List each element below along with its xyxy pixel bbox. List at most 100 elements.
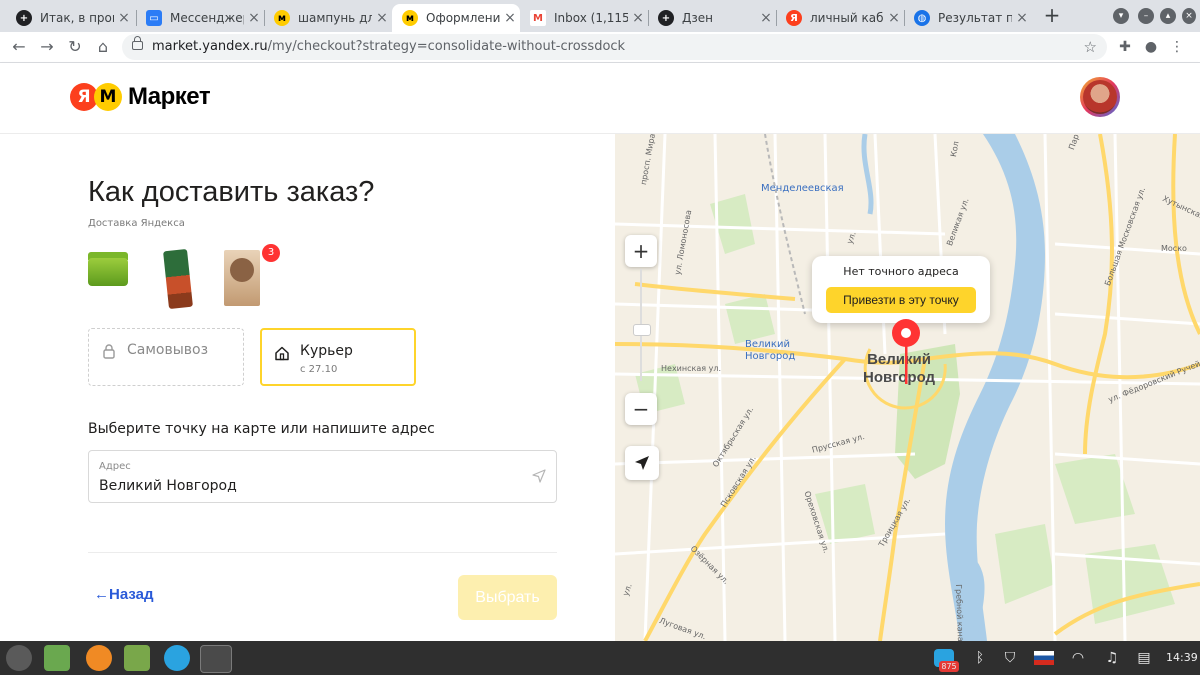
close-tab-icon[interactable]: × <box>884 10 904 26</box>
address-field-label: Адрес <box>99 461 131 472</box>
delivery-subtitle: Доставка Яндекса <box>88 218 185 229</box>
my-location-button[interactable] <box>625 446 659 480</box>
tab-title: Оформление <box>426 11 500 25</box>
home-icon[interactable]: ⌂ <box>92 36 114 58</box>
files-icon[interactable] <box>124 645 150 671</box>
close-tab-icon[interactable]: × <box>372 10 392 26</box>
new-tab-button[interactable]: + <box>1040 4 1064 28</box>
wifi-icon[interactable]: ◠ <box>1068 649 1088 667</box>
map-pin-icon[interactable] <box>891 318 921 388</box>
site-header: Я М Маркет <box>0 63 1200 134</box>
bluetooth-icon[interactable]: ᛒ <box>970 649 990 667</box>
menu-dots-icon[interactable]: ⋮ <box>1166 36 1188 58</box>
browser-tab[interactable]: M Inbox (1,115) × <box>520 4 648 32</box>
pickup-option[interactable]: Самовывоз <box>88 328 244 386</box>
courier-option[interactable]: Курьер с 27.10 <box>260 328 416 386</box>
yandex-market-logo[interactable]: Я М Маркет <box>70 83 211 111</box>
location-arrow-icon <box>635 456 649 470</box>
tab-title: Результат пл <box>938 11 1012 25</box>
os-taskbar: 875 ᛒ ⛉ ◠ ♫ ▤ 14:39 <box>0 641 1200 675</box>
firefox-icon[interactable] <box>86 645 112 671</box>
logo-wordmark: Маркет <box>128 83 211 110</box>
quantity-badge: 3 <box>262 244 280 262</box>
street-label: Моско <box>1161 244 1187 253</box>
delivery-map[interactable]: просп. Мира ул. Ломоносова Нехинская ул.… <box>615 134 1200 641</box>
gmail-icon: M <box>530 10 546 26</box>
browser-tab[interactable]: + Итак, в прош × <box>6 4 134 32</box>
page-title: Как доставить заказ? <box>88 176 375 208</box>
logo-m-mark: М <box>94 83 122 111</box>
street-label: Нехинская ул. <box>661 364 721 373</box>
tab-title: личный кабі <box>810 11 884 25</box>
close-tab-icon[interactable]: × <box>114 10 134 26</box>
avatar[interactable] <box>1080 77 1120 117</box>
address-field-value: Великий Новгород <box>99 478 237 494</box>
telegram-icon[interactable] <box>164 645 190 671</box>
divider <box>88 552 557 553</box>
show-desktop-icon[interactable] <box>44 645 70 671</box>
select-button[interactable]: Выбрать <box>458 575 557 620</box>
url-text: market.yandex.ru/my/checkout?strategy=co… <box>152 39 626 54</box>
tab-title: Inbox (1,115) <box>554 11 628 25</box>
product-thumbnail-hair-dye-box[interactable] <box>224 250 264 308</box>
browser-tab[interactable]: ◍ Результат пл × <box>904 4 1032 32</box>
checkout-panel: Как доставить заказ? Доставка Яндекса 3 … <box>0 134 615 641</box>
reload-icon[interactable]: ↻ <box>64 36 86 58</box>
back-link[interactable]: ←Назад <box>94 586 153 603</box>
yandex-icon: Я <box>786 10 802 26</box>
browser-toolbar: ← → ↻ ⌂ market.yandex.ru/my/checkout?str… <box>0 32 1200 63</box>
sound-icon[interactable]: ♫ <box>1102 649 1122 667</box>
messenger-icon: ▭ <box>146 10 162 26</box>
system-menu-icon[interactable] <box>6 645 32 671</box>
geolocation-arrow-icon[interactable] <box>532 469 546 483</box>
product-thumbnail-mask-jar[interactable] <box>88 250 128 308</box>
keyboard-layout-flag-icon[interactable] <box>1034 649 1054 667</box>
clipboard-icon[interactable]: ▤ <box>1134 649 1154 667</box>
zoom-slider-handle[interactable] <box>633 324 651 336</box>
courier-date: с 27.10 <box>300 364 338 375</box>
zoom-in-button[interactable]: + <box>625 235 657 267</box>
close-tab-icon[interactable]: × <box>628 10 648 26</box>
yandex-market-icon: м <box>274 10 290 26</box>
pickup-label: Самовывоз <box>127 342 209 358</box>
product-thumbnail-shampoo-bottle[interactable] <box>162 248 202 310</box>
close-tab-icon[interactable]: × <box>756 10 776 26</box>
lock-icon <box>132 36 143 50</box>
tab-title: шампунь для <box>298 11 372 25</box>
bookmark-star-icon[interactable]: ☆ <box>1084 34 1097 60</box>
metro-station-label: Менделеевская <box>761 183 844 194</box>
browser-tab-active[interactable]: м Оформление × <box>392 4 520 32</box>
back-arrow-icon[interactable]: ← <box>8 36 30 58</box>
clock: 14:39 <box>1166 651 1198 664</box>
close-window-icon[interactable]: × <box>1182 8 1196 24</box>
globe-icon: ◍ <box>914 10 930 26</box>
profile-icon[interactable]: ● <box>1140 36 1162 58</box>
tab-title: Дзен <box>682 11 713 25</box>
chromium-icon[interactable] <box>200 645 232 673</box>
extensions-puzzle-icon[interactable]: ✚ <box>1114 36 1136 58</box>
unread-count-badge: 875 <box>939 661 959 672</box>
close-tab-icon[interactable]: × <box>500 10 520 26</box>
back-link-label: Назад <box>109 586 154 603</box>
browser-tab[interactable]: + Дзен × <box>648 4 776 32</box>
address-input[interactable]: Адрес Великий Новгород <box>88 450 557 503</box>
tab-search-icon[interactable]: ▾ <box>1113 8 1129 24</box>
browser-tab[interactable]: м шампунь для × <box>264 4 392 32</box>
courier-label: Курьер <box>300 343 353 359</box>
browser-tab[interactable]: Я личный кабі × <box>776 4 904 32</box>
browser-tab[interactable]: ▭ Мессенджер × <box>136 4 264 32</box>
lock-icon <box>103 344 115 359</box>
maximize-icon[interactable]: ▴ <box>1160 8 1176 24</box>
zoom-out-button[interactable]: − <box>625 393 657 425</box>
close-tab-icon[interactable]: × <box>1012 10 1032 26</box>
tab-title: Мессенджер <box>170 11 244 25</box>
forward-arrow-icon[interactable]: → <box>36 36 58 58</box>
zoom-control: + − <box>625 235 657 425</box>
minimize-icon[interactable]: – <box>1138 8 1154 24</box>
url-bar[interactable]: market.yandex.ru/my/checkout?strategy=co… <box>122 34 1107 60</box>
house-icon <box>275 346 289 361</box>
shield-icon[interactable]: ⛉ <box>1000 649 1020 667</box>
deliver-to-point-button[interactable]: Привезти в эту точку <box>826 287 976 313</box>
no-exact-address-text: Нет точного адреса <box>843 265 959 278</box>
close-tab-icon[interactable]: × <box>244 10 264 26</box>
